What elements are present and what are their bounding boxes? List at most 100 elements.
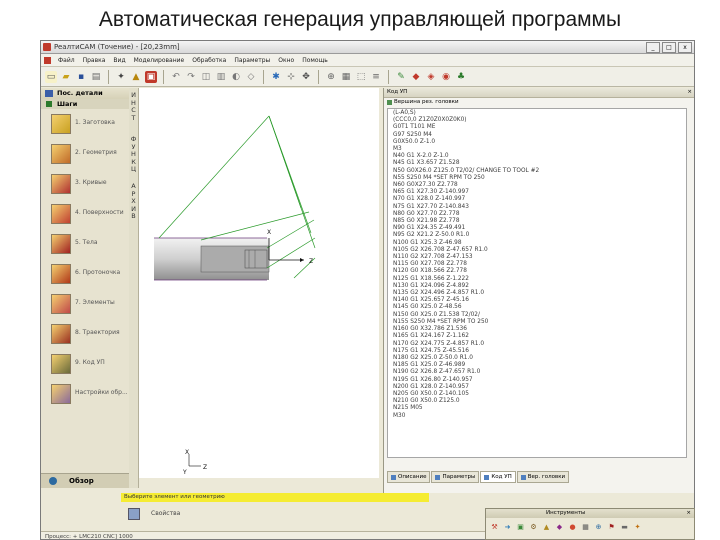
- vertical-tabs: ИНСТ ФУНКЦ АРХИВ: [129, 88, 139, 488]
- wrench-icon[interactable]: ⚒: [490, 523, 499, 532]
- zoom-icon[interactable]: ⊕: [325, 71, 337, 83]
- triad-z-label: Z: [203, 464, 207, 471]
- step-icon: [51, 204, 71, 224]
- arrow-icon[interactable]: ➜: [503, 523, 512, 532]
- step-label: 2. Геометрия: [75, 149, 117, 156]
- pin-icon[interactable]: ◆: [555, 523, 564, 532]
- step-label: 9. Код УП: [75, 359, 105, 366]
- step-item[interactable]: 2. Геометрия: [45, 142, 129, 168]
- code-panel-tab[interactable]: Параметры: [431, 471, 480, 483]
- stock-icon[interactable]: ◆: [410, 71, 422, 83]
- maximize-button[interactable]: □: [662, 42, 676, 53]
- code-line: N100 G1 X25.3 Z-46.98: [393, 239, 462, 246]
- code-line: N210 G0 X50.0 Z125.0: [393, 398, 460, 405]
- ruler-icon[interactable]: ▬: [620, 523, 629, 532]
- fit-icon[interactable]: ⬚: [355, 71, 367, 83]
- flag-icon[interactable]: ⚑: [607, 523, 616, 532]
- tab-label: Описание: [398, 473, 427, 480]
- simulate-icon[interactable]: ✎: [395, 71, 407, 83]
- step-label: 3. Кривые: [75, 179, 107, 186]
- save-icon[interactable]: ▪: [75, 71, 87, 83]
- palette-icon[interactable]: ●: [568, 523, 577, 532]
- cube-icon[interactable]: ▣: [516, 523, 525, 532]
- open-folder-icon[interactable]: ▰: [60, 71, 72, 83]
- vtab-instruments[interactable]: ИНСТ: [129, 91, 138, 122]
- nc-code-text[interactable]: (L-A0,S) (CCC0,0 Z1Z0Z0X0Z0K0) G0T1 T101 M…: [387, 108, 687, 458]
- step-icon: [51, 324, 71, 344]
- undo-icon[interactable]: ↶: [170, 71, 182, 83]
- zoom-icon[interactable]: ⊕: [594, 523, 603, 532]
- code-panel-tab[interactable]: Код УП: [480, 471, 516, 483]
- code-line: N175 G1 X24.75 Z-45.516: [393, 347, 469, 354]
- step-item[interactable]: 4. Поверхности: [45, 202, 129, 228]
- code-line: N155 S250 M4 *SET RPM TO 250: [393, 318, 489, 325]
- axes-icon[interactable]: ⊹: [285, 71, 297, 83]
- menu-view[interactable]: Вид: [109, 57, 129, 64]
- code-line: N105 G2 X26.708 Z-47.657 R1.0: [393, 246, 488, 253]
- step-item[interactable]: 9. Код УП: [45, 352, 129, 378]
- layers-icon[interactable]: ▥: [215, 71, 227, 83]
- triad-x-label: X: [185, 449, 189, 456]
- menu-file[interactable]: Файл: [54, 57, 79, 64]
- grid-icon[interactable]: ▦: [340, 71, 352, 83]
- menu-modeling[interactable]: Моделирование: [130, 57, 189, 64]
- new-file-icon[interactable]: ▭: [45, 70, 57, 83]
- code-line: G0T1 T101 ME: [393, 124, 436, 131]
- code-line: N40 G1 X-2.0 Z-1.0: [393, 153, 449, 160]
- overview-bar[interactable]: Обзор: [41, 473, 129, 488]
- step-item[interactable]: 8. Траектория: [45, 322, 129, 348]
- tool-icon[interactable]: ▲: [130, 71, 142, 83]
- display-icon[interactable]: ▣: [145, 70, 157, 83]
- step-label: 6. Протоночка: [75, 269, 121, 276]
- code-panel-tabs: Описание Параметры Код УП Вер. головки: [387, 471, 570, 483]
- shade-icon[interactable]: ◐: [230, 71, 242, 83]
- grid-icon[interactable]: ▦: [581, 523, 590, 532]
- geometry-icon[interactable]: ◈: [425, 71, 437, 83]
- vtab-functions[interactable]: ФУНКЦ: [129, 135, 138, 174]
- print-icon[interactable]: ▤: [90, 71, 102, 83]
- code-line: N170 G2 X24.775 Z-4.857 R1.0: [393, 340, 485, 347]
- minimize-button[interactable]: _: [646, 42, 660, 53]
- star-icon[interactable]: ✱: [270, 71, 282, 83]
- redo-icon[interactable]: ↷: [185, 71, 197, 83]
- code-panel: Код УП × Вершина рез. головки (L-A0,S) (C…: [383, 88, 694, 493]
- code-panel-tab[interactable]: Описание: [387, 471, 431, 483]
- menu-help[interactable]: Помощь: [298, 57, 332, 64]
- step-item[interactable]: 7. Элементы: [45, 292, 129, 318]
- code-line: N115 G0 X27.708 Z2.778: [393, 261, 467, 268]
- gear-icon[interactable]: ⚙: [529, 523, 538, 532]
- menu-machining[interactable]: Обработка: [188, 57, 230, 64]
- star-icon[interactable]: ✦: [633, 523, 642, 532]
- properties-label: Свойства: [151, 510, 181, 517]
- instruments-window: Инструменты × ⚒ ➜ ▣ ⚙ ▲ ◆ ● ▦ ⊕ ⚑ ▬ ✦: [485, 508, 695, 540]
- properties-icon[interactable]: [128, 508, 140, 520]
- step-item[interactable]: 5. Тела: [45, 232, 129, 258]
- menu-parameters[interactable]: Параметры: [230, 57, 274, 64]
- tree-icon[interactable]: ♣: [455, 71, 467, 83]
- step-item[interactable]: 6. Протоночка: [45, 262, 129, 288]
- step-item[interactable]: 3. Кривые: [45, 172, 129, 198]
- code-panel-tab[interactable]: Вер. головки: [516, 471, 570, 483]
- code-line: (CCC0,0 Z1Z0Z0X0Z0K0): [393, 117, 467, 124]
- close-icon[interactable]: ×: [687, 88, 692, 97]
- menu-edit[interactable]: Правка: [79, 57, 110, 64]
- vtab-archive[interactable]: АРХИВ: [129, 182, 138, 221]
- graphics-view[interactable]: Z X Y Z X: [139, 88, 379, 478]
- document-icon[interactable]: [44, 56, 51, 64]
- menu-window[interactable]: Окно: [274, 57, 298, 64]
- toolbar-separator: [108, 69, 109, 84]
- code-line: N80 G0 X27.70 Z2.778: [393, 210, 460, 217]
- view-icon[interactable]: ◫: [200, 71, 212, 83]
- move-icon[interactable]: ✥: [300, 71, 312, 83]
- wireframe-icon[interactable]: ◇: [245, 71, 257, 83]
- step-item[interactable]: 1. Заготовка: [45, 112, 129, 138]
- tool-icon[interactable]: ▲: [542, 523, 551, 532]
- step-icon: [51, 234, 71, 254]
- code-line: M30: [393, 412, 406, 419]
- close-button[interactable]: x: [678, 42, 692, 53]
- cursor-icon[interactable]: ✦: [115, 71, 127, 83]
- step-item[interactable]: Настройки обр...: [45, 382, 129, 408]
- section-icon[interactable]: ≡: [370, 71, 382, 83]
- toolpath-icon[interactable]: ◉: [440, 71, 452, 83]
- close-icon[interactable]: ×: [686, 509, 691, 518]
